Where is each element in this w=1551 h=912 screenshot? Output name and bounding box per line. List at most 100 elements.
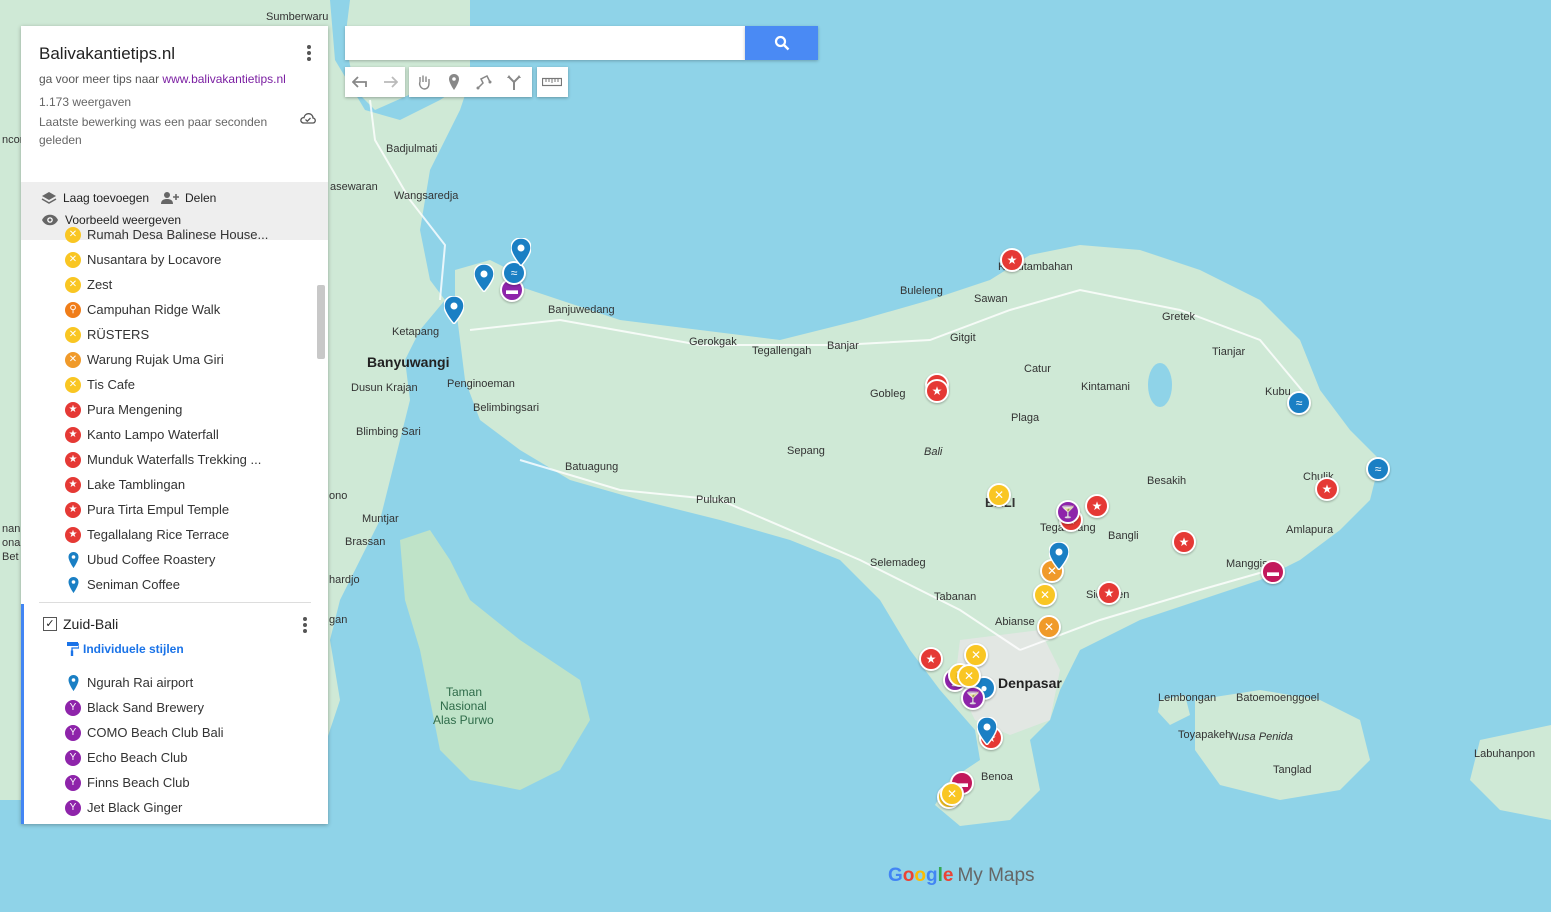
map-marker-star[interactable]: ★ (919, 647, 943, 671)
layer-item[interactable]: ★ Munduk Waterfalls Trekking ... (21, 447, 328, 472)
directions-tool[interactable] (499, 67, 529, 97)
draw-line-tool[interactable] (469, 67, 499, 97)
layer-item[interactable]: ★ Pura Mengening (21, 397, 328, 422)
layer-item[interactable]: ★ Pura Tirta Empul Temple (21, 497, 328, 522)
view-count: 1.173 weergaven (39, 95, 132, 109)
search-button[interactable] (745, 26, 818, 60)
label-gretek: Gretek (1162, 311, 1196, 323)
map-marker-restaurant[interactable]: ✕ (957, 664, 981, 688)
layer-item-label: Tegallalang Rice Terrace (87, 527, 230, 542)
layer-item-label: Munduk Waterfalls Trekking ... (87, 452, 262, 467)
layer-item[interactable]: Y Echo Beach Club (21, 745, 328, 770)
cocktail-icon: Y (65, 749, 81, 766)
layer-item-label: Jet Black Ginger (87, 800, 183, 815)
layer-item[interactable]: ✕ Tis Cafe (21, 372, 328, 397)
map-pin-location-icon[interactable] (444, 296, 464, 324)
map-title[interactable]: Balivakantietips.nl (39, 44, 310, 64)
label-bali-region: Bali (924, 446, 943, 458)
layer-item-label: Black Sand Brewery (87, 700, 205, 715)
layer-item[interactable]: ✕ Zest (21, 272, 328, 297)
layer-item-label: Ngurah Rai airport (87, 675, 194, 690)
google-my-maps-logo: Google My Maps (888, 865, 1035, 887)
star-icon: ★ (65, 501, 81, 518)
map-marker-boat[interactable]: ≈ (1287, 391, 1311, 415)
label-pulukan: Pulukan (696, 494, 736, 506)
layer-item-label: COMO Beach Club Bali (87, 725, 224, 740)
map-pin-location-icon[interactable] (474, 264, 494, 292)
cocktail-icon: Y (65, 724, 81, 741)
layer-item-label: Ubud Coffee Roastery (87, 552, 216, 567)
layer-item[interactable]: Y Jet Black Ginger (21, 795, 328, 820)
map-marker-boat[interactable]: ≈ (1366, 457, 1390, 481)
layer-item[interactable]: Ngurah Rai airport (21, 670, 328, 695)
individual-styles-label: Individuele stijlen (83, 642, 184, 656)
map-marker-star[interactable]: ★ (1172, 530, 1196, 554)
label-batoemoenggoel: Batoemoenggoel (1236, 692, 1319, 704)
label-belimbingsari: Belimbingsari (473, 402, 539, 414)
layer-item[interactable]: Ubud Coffee Roastery (21, 547, 328, 572)
cocktail-icon: Y (65, 699, 81, 716)
add-layer-button[interactable]: Laag toevoegen (41, 191, 149, 205)
map-pin-location-icon[interactable] (511, 238, 531, 266)
map-marker-star[interactable]: ★ (1097, 581, 1121, 605)
layer-options-menu-icon[interactable] (300, 616, 310, 634)
individual-styles-link[interactable]: Individuele stijlen (67, 642, 184, 656)
map-pin-location-icon[interactable] (1049, 542, 1069, 570)
map-marker-star[interactable]: ★ (925, 379, 949, 403)
map-marker-restaurant[interactable]: ✕ (940, 782, 964, 806)
map-marker-star[interactable]: ★ (1000, 248, 1024, 272)
layer-item-label: Warung Rujak Uma Giri (87, 352, 224, 367)
redo-button[interactable] (375, 67, 405, 97)
layer-item[interactable]: ✕ Warung Rujak Uma Giri (21, 347, 328, 372)
layer-item[interactable]: ★ Tegallalang Rice Terrace (21, 522, 328, 547)
layer-header[interactable]: ✓ Zuid-Bali (43, 616, 118, 632)
map-pin-location-icon[interactable] (977, 717, 997, 745)
directions-icon (507, 75, 521, 90)
layer-item[interactable]: Y Finns Beach Club (21, 770, 328, 795)
layer-item[interactable]: Y Black Sand Brewery (21, 695, 328, 720)
map-marker-star[interactable]: ★ (1315, 477, 1339, 501)
label-buleleng: Buleleng (900, 285, 943, 297)
restaurant-icon: ✕ (65, 226, 81, 243)
layer-visibility-checkbox[interactable]: ✓ (43, 617, 57, 631)
description-link[interactable]: www.balivakantietips.nl (162, 72, 285, 86)
label-sumberwaru: Sumberwaru (266, 11, 328, 23)
map-marker-restaurant[interactable]: ✕ (987, 483, 1011, 507)
label-batuagung: Batuagung (565, 461, 618, 473)
map-marker-bar[interactable]: 🍸 (1056, 500, 1080, 524)
label-banjuwedang: Banjuwedang (548, 304, 615, 316)
layer-item[interactable]: ✕ Rumah Desa Balinese House... (21, 222, 328, 247)
label-toyapakeh: Toyapakeh (1178, 729, 1231, 741)
map-marker-hotel[interactable]: ▬ (1261, 560, 1285, 584)
last-edit-status: Laatste bewerking was een paar seconden … (39, 115, 268, 147)
layer-item[interactable]: ★ Lake Tamblingan (21, 472, 328, 497)
map-marker-restaurant[interactable]: ✕ (1033, 583, 1057, 607)
layer-item[interactable]: Seniman Coffee (21, 572, 328, 597)
map-marker-restaurant[interactable]: ✕ (1037, 615, 1061, 639)
layer-item[interactable]: ⚲ Campuhan Ridge Walk (21, 297, 328, 322)
label-banjar: Banjar (827, 340, 859, 352)
cocktail-icon: Y (65, 774, 81, 791)
map-options-menu-icon[interactable] (304, 44, 314, 62)
layer-item-label: Kanto Lampo Waterfall (87, 427, 219, 442)
map-description: ga voor meer tips naar www.balivakantiet… (39, 72, 310, 86)
panel-scrollbar[interactable] (317, 285, 325, 359)
layer-item[interactable]: Y COMO Beach Club Bali (21, 720, 328, 745)
add-marker-tool[interactable] (439, 67, 469, 97)
label-gobleg: Gobleg (870, 388, 905, 400)
layer-item[interactable]: ✕ RÜSTERS (21, 322, 328, 347)
map-marker-bar[interactable]: 🍸 (961, 686, 985, 710)
label-sepang: Sepang (787, 445, 825, 457)
share-button[interactable]: Delen (161, 191, 216, 205)
star-icon: ★ (65, 526, 81, 543)
layer-item[interactable]: ★ Kanto Lampo Waterfall (21, 422, 328, 447)
select-tool[interactable] (409, 67, 439, 97)
search-input[interactable] (345, 26, 745, 60)
layer-item[interactable]: ✕ Nusantara by Locavore (21, 247, 328, 272)
cocktail-icon: Y (65, 799, 81, 816)
undo-button[interactable] (345, 67, 375, 97)
layer-divider (39, 602, 311, 603)
measure-tool[interactable] (537, 67, 567, 97)
map-marker-star[interactable]: ★ (1085, 494, 1109, 518)
layer-item-label: RÜSTERS (87, 327, 150, 342)
